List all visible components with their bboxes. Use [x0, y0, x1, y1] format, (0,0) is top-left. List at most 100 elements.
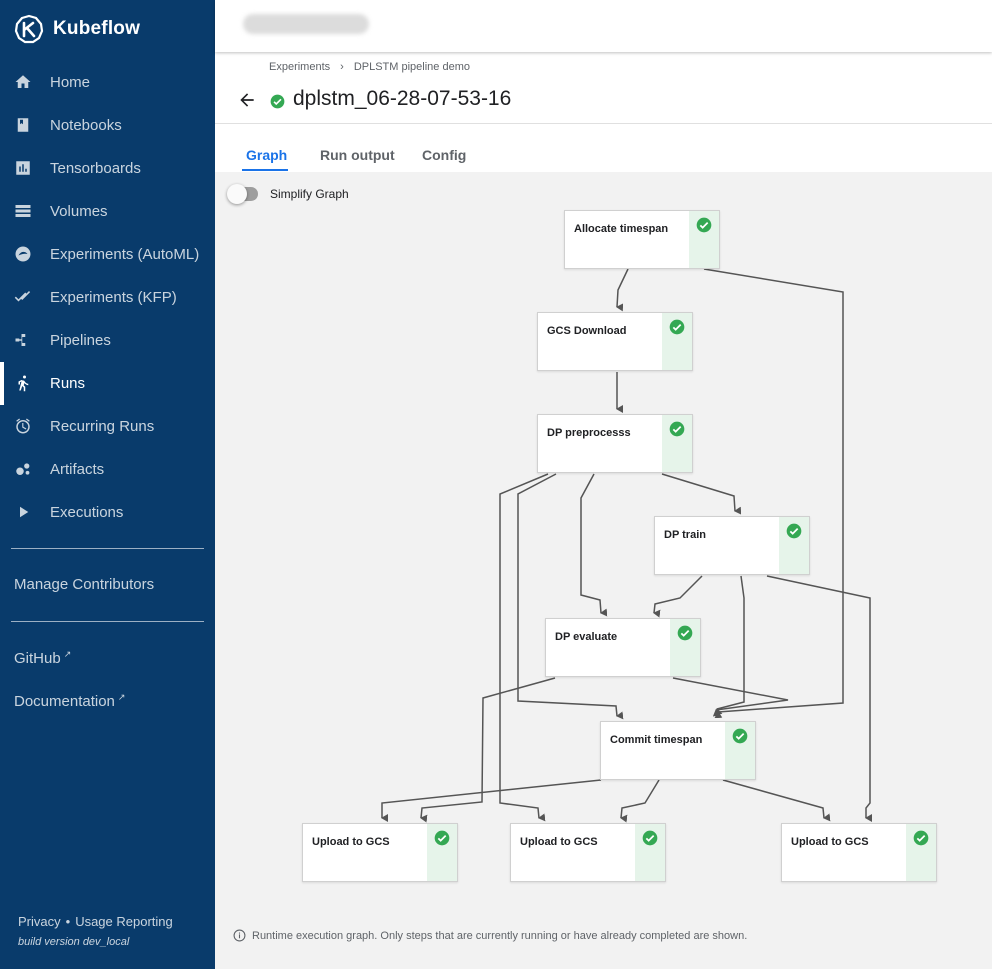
success-check-icon: [696, 217, 712, 233]
node-dp-preprocess[interactable]: DP preprocesss: [537, 414, 693, 473]
node-dp-evaluate[interactable]: DP evaluate: [545, 618, 701, 677]
sidebar-item-experiments-automl[interactable]: Experiments (AutoML): [0, 233, 215, 276]
sidebar-item-recurring-runs[interactable]: Recurring Runs: [0, 405, 215, 448]
github-label: GitHub: [14, 650, 61, 667]
simplify-graph-label: Simplify Graph: [270, 187, 349, 201]
pipeline-icon: [14, 331, 32, 349]
manage-contributors-link[interactable]: Manage Contributors: [14, 576, 154, 593]
sidebar-divider: [11, 621, 204, 622]
sidebar-item-label: Experiments (AutoML): [50, 246, 200, 263]
sidebar-item-volumes[interactable]: Volumes: [0, 190, 215, 233]
breadcrumb-separator: ›: [340, 61, 344, 73]
sidebar-item-label: Volumes: [50, 203, 108, 220]
home-icon: [14, 73, 32, 91]
external-link-icon: ↗: [63, 649, 72, 659]
success-check-icon: [677, 625, 693, 641]
node-allocate-timespan[interactable]: Allocate timespan: [564, 210, 720, 269]
sidebar-item-label: Tensorboards: [50, 160, 141, 177]
external-link-icon: ↗: [117, 692, 126, 702]
node-name: Upload to GCS: [312, 836, 390, 848]
node-upload-to-gcs[interactable]: Upload to GCS: [510, 823, 666, 882]
sidebar-item-home[interactable]: Home: [0, 61, 215, 104]
node-status: [662, 313, 692, 370]
info-icon: [233, 929, 246, 942]
tab-graph[interactable]: Graph: [246, 147, 287, 163]
run-icon: [14, 374, 32, 392]
page-title: dplstm_06-28-07-53-16: [293, 87, 512, 110]
automl-icon: [14, 245, 32, 263]
sidebar-item-label: Home: [50, 74, 91, 91]
tab-config[interactable]: Config: [422, 147, 466, 163]
node-name: Upload to GCS: [520, 836, 598, 848]
node-status: [779, 517, 809, 574]
node-name: Commit timespan: [610, 734, 703, 746]
node-upload-to-gcs[interactable]: Upload to GCS: [302, 823, 458, 882]
sidebar-item-label: Pipelines: [50, 332, 111, 349]
sidebar-divider: [11, 548, 204, 549]
top-bar: [215, 0, 992, 52]
namespace-selector[interactable]: [243, 14, 369, 34]
documentation-label: Documentation: [14, 693, 115, 710]
build-version: build version dev_local: [18, 936, 130, 948]
success-check-icon: [913, 830, 929, 846]
sidebar-item-label: Recurring Runs: [50, 418, 155, 435]
play-icon: [14, 503, 32, 521]
kubeflow-logo[interactable]: Kubeflow: [14, 12, 140, 46]
sidebar-item-label: Artifacts: [50, 461, 105, 478]
sidebar-item-executions[interactable]: Executions: [0, 491, 215, 534]
sidebar-item-runs[interactable]: Runs: [0, 362, 215, 405]
checks-icon: [14, 288, 32, 306]
success-check-icon: [732, 728, 748, 744]
kubeflow-title: Kubeflow: [53, 18, 141, 39]
sidebar-item-tensorboards[interactable]: Tensorboards: [0, 147, 215, 190]
node-commit-timespan[interactable]: Commit timespan: [600, 721, 756, 780]
github-link[interactable]: GitHub ↗: [14, 649, 71, 667]
sidebar: Kubeflow Home Notebooks Tensorboards Vol…: [0, 0, 215, 969]
footer-dot: •: [65, 914, 71, 929]
sidebar-item-notebooks[interactable]: Notebooks: [0, 104, 215, 147]
node-name: Allocate timespan: [574, 223, 669, 235]
success-check-icon: [434, 830, 450, 846]
success-check-icon: [669, 421, 685, 437]
active-tab-indicator: [242, 169, 288, 171]
sidebar-item-artifacts[interactable]: Artifacts: [0, 448, 215, 491]
node-status: [689, 211, 719, 268]
simplify-graph-toggle[interactable]: [227, 184, 258, 204]
success-check-icon: [786, 523, 802, 539]
success-check-icon: [642, 830, 658, 846]
sidebar-footer: Privacy • Usage Reporting: [18, 914, 173, 929]
chart-icon: [14, 159, 32, 177]
node-status: [662, 415, 692, 472]
breadcrumb-experiments[interactable]: Experiments: [269, 61, 330, 73]
documentation-link[interactable]: Documentation ↗: [14, 692, 125, 710]
graph-footer-text: Runtime execution graph. Only steps that…: [252, 929, 748, 942]
privacy-link[interactable]: Privacy: [18, 914, 61, 929]
node-status: [670, 619, 700, 676]
sidebar-item-label: Notebooks: [50, 117, 122, 134]
alarm-icon: [14, 417, 32, 435]
node-dp-train[interactable]: DP train: [654, 516, 810, 575]
breadcrumb-experiment[interactable]: DPLSTM pipeline demo: [354, 61, 470, 73]
success-check-icon: [270, 94, 285, 108]
usage-reporting-link[interactable]: Usage Reporting: [75, 914, 173, 929]
node-upload-to-gcs[interactable]: Upload to GCS: [781, 823, 937, 882]
sidebar-item-pipelines[interactable]: Pipelines: [0, 319, 215, 362]
sidebar-item-label: Experiments (KFP): [50, 289, 177, 306]
sidebar-item-experiments-kfp[interactable]: Experiments (KFP): [0, 276, 215, 319]
header-divider: [215, 123, 992, 124]
back-arrow-icon[interactable]: [237, 90, 257, 110]
breadcrumb: Experiments › DPLSTM pipeline demo: [269, 61, 470, 73]
node-status: [635, 824, 665, 881]
graph-footer-note: Runtime execution graph. Only steps that…: [233, 929, 747, 942]
node-name: DP preprocesss: [547, 427, 631, 439]
node-gcs-download[interactable]: GCS Download: [537, 312, 693, 371]
storage-icon: [14, 202, 32, 220]
tab-run-output[interactable]: Run output: [320, 147, 395, 163]
sidebar-item-label: Executions: [50, 504, 124, 521]
notebook-icon: [14, 116, 32, 134]
sidebar-item-label: Runs: [50, 375, 86, 392]
kubeflow-logo-icon: [14, 14, 44, 44]
node-status: [906, 824, 936, 881]
node-status: [427, 824, 457, 881]
node-name: DP train: [664, 529, 706, 541]
